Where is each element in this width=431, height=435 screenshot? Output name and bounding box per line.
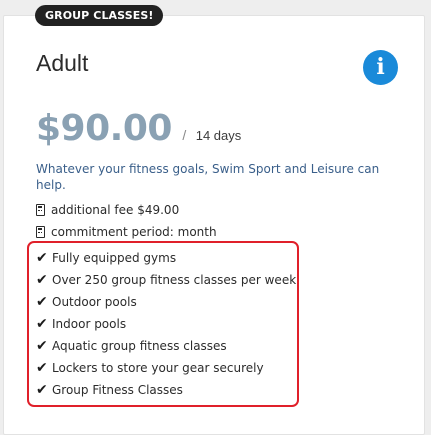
check-icon: ✔ bbox=[36, 294, 48, 310]
feature-label: Lockers to store your gear securely bbox=[52, 361, 264, 375]
list-item: ✔ Lockers to store your gear securely bbox=[36, 357, 297, 379]
feature-label: Fully equipped gyms bbox=[52, 251, 177, 265]
check-icon: ✔ bbox=[36, 316, 48, 332]
feature-label: Over 250 group fitness classes per week bbox=[52, 273, 297, 287]
list-item: ✔ Group Fitness Classes bbox=[36, 379, 297, 401]
price-separator: / bbox=[182, 127, 187, 143]
features-list: ✔ Fully equipped gyms ✔ Over 250 group fit… bbox=[27, 241, 299, 407]
additional-fee: additional fee $49.00 bbox=[36, 203, 179, 217]
check-icon: ✔ bbox=[36, 272, 48, 288]
receipt-icon bbox=[36, 204, 45, 216]
check-icon: ✔ bbox=[36, 382, 48, 398]
price-period: 14 days bbox=[195, 128, 242, 143]
list-item: ✔ Fully equipped gyms bbox=[36, 247, 297, 269]
feature-label: Indoor pools bbox=[52, 317, 127, 331]
list-item: ✔ Outdoor pools bbox=[36, 291, 297, 313]
check-icon: ✔ bbox=[36, 250, 48, 266]
list-item: ✔ Indoor pools bbox=[36, 313, 297, 335]
feature-label: Aquatic group fitness classes bbox=[52, 339, 227, 353]
additional-fee-text: additional fee $49.00 bbox=[51, 203, 180, 217]
plan-title: Adult bbox=[36, 50, 89, 76]
feature-label: Group Fitness Classes bbox=[52, 383, 183, 397]
info-icon: i bbox=[376, 54, 385, 80]
list-item: ✔ Over 250 group fitness classes per week bbox=[36, 269, 297, 291]
price-row: $90.00 / 14 days bbox=[36, 108, 241, 149]
group-classes-badge: GROUP CLASSES! bbox=[35, 5, 164, 26]
info-button[interactable]: i bbox=[363, 50, 398, 85]
commitment-period-text: commitment period: month bbox=[51, 225, 217, 239]
check-icon: ✔ bbox=[36, 338, 48, 354]
check-icon: ✔ bbox=[36, 360, 48, 376]
commitment-period: commitment period: month bbox=[36, 225, 217, 239]
feature-label: Outdoor pools bbox=[52, 295, 137, 309]
price-amount: $90.00 bbox=[36, 108, 172, 149]
receipt-icon bbox=[36, 226, 45, 238]
plan-description: Whatever your fitness goals, Swim Sport … bbox=[36, 162, 380, 192]
list-item: ✔ Aquatic group fitness classes bbox=[36, 335, 297, 357]
